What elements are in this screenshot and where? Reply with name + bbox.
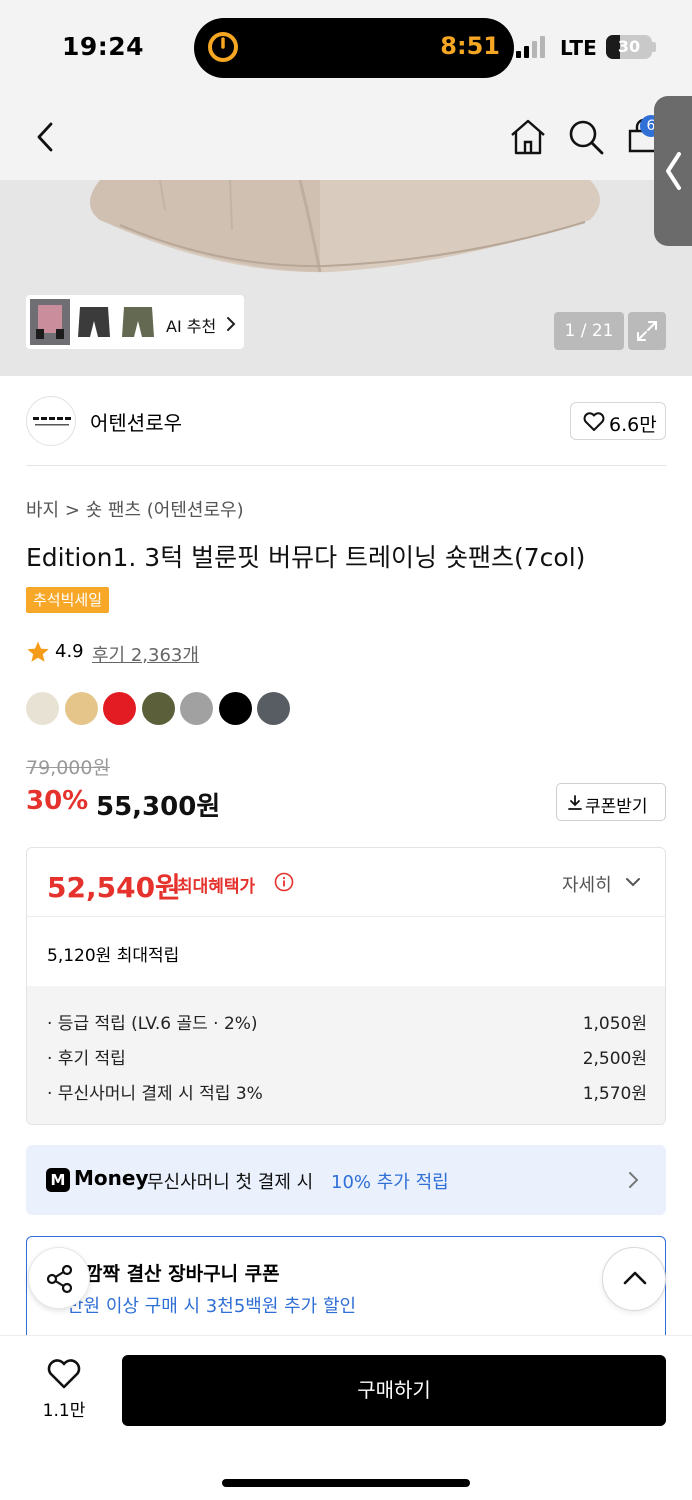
status-time: 19:24 — [62, 32, 145, 61]
ai-recommend-label[interactable]: AI 추천 — [166, 313, 216, 337]
brand-logo-mark — [33, 417, 71, 426]
expand-icon — [637, 321, 657, 341]
divider — [26, 465, 666, 466]
share-button[interactable] — [28, 1247, 90, 1309]
battery-cap — [652, 42, 656, 52]
coupon-button-label: 쿠폰받기 — [585, 797, 648, 817]
color-swatch[interactable] — [26, 692, 59, 725]
sale-price: 55,300원 — [96, 792, 221, 822]
points-label: · 등급 적립 (LV.6 골드 · 2%) — [47, 1014, 258, 1034]
search-icon[interactable] — [566, 117, 606, 157]
color-swatch[interactable] — [218, 692, 252, 725]
max-benefit-label: 최대혜택가 — [177, 877, 256, 897]
buy-button[interactable]: 구매하기 — [122, 1355, 666, 1426]
scroll-top-button[interactable] — [602, 1247, 666, 1311]
star-icon — [27, 641, 49, 662]
timer-icon — [208, 32, 238, 62]
timer-text: 8:51 — [440, 32, 500, 60]
wishlist-count: 1.1만 — [42, 1401, 86, 1421]
review-count-link[interactable]: 후기 2,363개 — [92, 641, 199, 667]
side-panel-tab[interactable] — [654, 96, 692, 246]
brand-name[interactable]: 어텐션로우 — [90, 407, 182, 436]
original-price: 79,000원 — [26, 757, 110, 779]
points-value: 2,500원 — [582, 1049, 647, 1069]
rating-score: 4.9 — [55, 641, 84, 662]
max-benefit-price: 52,540원 — [47, 871, 181, 904]
points-breakdown: · 등급 적립 (LV.6 골드 · 2%) 1,050원 · 후기 적립 2,… — [27, 986, 665, 1124]
network-label: LTE — [560, 36, 597, 60]
brand-like-count: 6.6만 — [609, 414, 657, 436]
chevron-right-icon — [629, 1172, 639, 1188]
benefit-detail-toggle[interactable]: 자세히 — [562, 871, 612, 897]
sale-badge: 추석빅세일 — [26, 587, 110, 613]
coupon-download-button[interactable]: 쿠폰받기 — [556, 783, 666, 821]
battery-percent: 30 — [617, 37, 641, 56]
info-icon[interactable] — [274, 872, 294, 892]
money-logo-icon: M — [46, 1168, 70, 1192]
expand-button[interactable] — [628, 312, 666, 350]
chevron-right-icon — [227, 317, 236, 331]
brand-like-button[interactable]: 6.6만 — [570, 402, 666, 440]
points-label: · 무신사머니 결제 시 적립 3% — [47, 1084, 263, 1104]
money-promo-text: 무신사머니 첫 결제 시 — [147, 1172, 314, 1193]
money-brand: Money — [74, 1166, 149, 1190]
signal-icon — [516, 36, 545, 58]
thumbnail-2[interactable] — [74, 299, 114, 345]
points-label: · 후기 적립 — [47, 1049, 126, 1069]
color-swatch[interactable] — [180, 692, 213, 725]
brand-logo[interactable] — [26, 396, 76, 446]
download-icon — [568, 795, 582, 810]
money-promo-accent: 10% 추가 적립 — [331, 1172, 449, 1193]
home-icon[interactable] — [508, 117, 548, 157]
back-arrow-icon[interactable] — [34, 121, 56, 153]
chevron-left-icon — [666, 152, 681, 190]
wishlist-heart-icon[interactable] — [40, 1357, 88, 1389]
thumbnail-1[interactable] — [30, 299, 70, 345]
image-counter: 1 / 21 — [554, 312, 624, 350]
share-icon — [46, 1264, 73, 1294]
thumbnail-3[interactable] — [118, 299, 158, 345]
color-swatch[interactable] — [64, 692, 98, 725]
top-nav: 6 — [0, 95, 692, 180]
color-swatch[interactable] — [103, 692, 136, 725]
points-value: 1,570원 — [582, 1084, 647, 1104]
breadcrumb[interactable]: 바지 > 숏 팬츠 (어텐션로우) — [26, 496, 244, 522]
heart-icon — [583, 412, 605, 431]
benefit-divider — [27, 916, 665, 917]
chevron-up-icon — [623, 1271, 647, 1285]
battery-icon: 30 — [606, 35, 652, 59]
benefit-card: 52,540원 최대혜택가 자세히 5,120원 최대적립 · 등급 적립 (L… — [26, 847, 666, 1125]
cart-coupon-banner[interactable]: 깜짝 결산 장바구니 쿠폰 만원 이상 구매 시 3천5백원 추가 할인 — [26, 1236, 666, 1340]
chevron-down-icon[interactable] — [625, 876, 641, 888]
home-indicator — [222, 1479, 470, 1487]
money-promo-banner[interactable]: M Money 무신사머니 첫 결제 시 10% 추가 적립 — [26, 1145, 666, 1215]
cart-coupon-title: 깜짝 결산 장바구니 쿠폰 — [85, 1263, 280, 1285]
cart-coupon-desc: 만원 이상 구매 시 3천5백원 추가 할인 — [67, 1296, 357, 1317]
max-points-total: 5,120원 최대적립 — [47, 946, 180, 966]
color-swatch[interactable] — [257, 692, 290, 725]
dynamic-island: 8:51 — [194, 18, 514, 78]
discount-rate: 30% — [26, 786, 89, 816]
points-value: 1,050원 — [582, 1014, 647, 1034]
color-swatch[interactable] — [141, 692, 175, 725]
product-title: Edition1. 3턱 벌룬핏 버뮤다 트레이닝 숏팬츠(7col) — [26, 543, 586, 572]
